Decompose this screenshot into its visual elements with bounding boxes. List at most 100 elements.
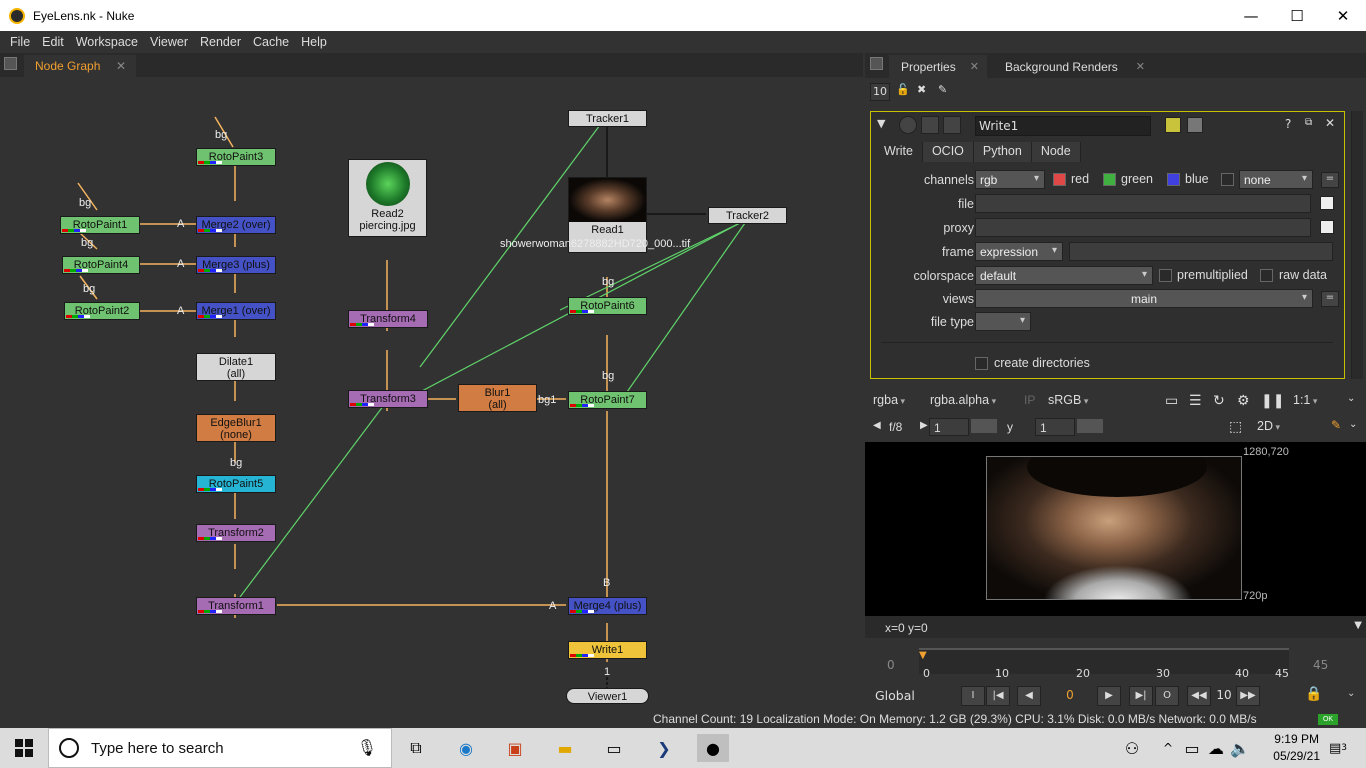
channels-selector[interactable]: rgba <box>873 393 905 409</box>
node-rotopaint3[interactable]: RotoPaint3 <box>196 148 276 166</box>
tab-properties[interactable]: Properties ✕ <box>889 55 987 78</box>
maximize-button[interactable]: ☐ <box>1274 0 1320 31</box>
node-edgeblur1[interactable]: EdgeBlur1 (none) <box>196 414 276 442</box>
in-point-button[interactable]: I <box>961 686 985 706</box>
expand-icon[interactable]: ⌄ <box>1347 393 1355 404</box>
menu-cache[interactable]: Cache <box>247 35 295 49</box>
red-checkbox[interactable] <box>1053 173 1066 186</box>
wipe-icon[interactable]: ▭ <box>1165 392 1178 409</box>
node-dilate1[interactable]: Dilate1 (all) <box>196 353 276 381</box>
paint-icon[interactable]: ✎ <box>1331 418 1341 432</box>
next-keyframe-button[interactable]: ▶| <box>1129 686 1153 706</box>
roi-icon[interactable]: ⬚ <box>1229 418 1242 435</box>
taskbar-search[interactable]: Type here to search 🎙 <box>48 728 392 768</box>
ip-button[interactable]: IP <box>1024 393 1035 407</box>
timeline-track[interactable]: ▼ 0 10 20 30 40 45 <box>919 648 1289 680</box>
timeline[interactable]: 0 ▼ 0 10 20 30 40 45 45 <box>865 642 1366 682</box>
view-mode-selector[interactable]: 2D <box>1257 419 1280 435</box>
taskbar-clock[interactable]: 9:19 PM 05/29/21 <box>1273 731 1320 765</box>
start-button[interactable] <box>0 728 48 768</box>
wrench-icon[interactable] <box>943 116 961 134</box>
node-merge3[interactable]: Merge3 (plus) <box>196 256 276 274</box>
frame-expression-field[interactable] <box>1069 242 1333 261</box>
views-dropdown[interactable]: main <box>975 289 1313 308</box>
menu-render[interactable]: Render <box>194 35 247 49</box>
node-merge2[interactable]: Merge2 (over) <box>196 216 276 234</box>
node-blur1[interactable]: Blur1 (all) <box>458 384 537 412</box>
fstop-next-icon[interactable]: ▶ <box>920 420 928 431</box>
current-frame-field[interactable]: 0 <box>1055 688 1085 702</box>
people-icon[interactable]: ⚇ <box>1118 734 1146 762</box>
green-checkbox[interactable] <box>1103 173 1116 186</box>
lock-icon[interactable]: 🔒 <box>1305 686 1322 702</box>
node-rotopaint7[interactable]: RotoPaint7 <box>568 391 647 409</box>
tab-write[interactable]: Write <box>875 142 923 162</box>
volume-icon[interactable]: 🔈 <box>1226 734 1254 762</box>
terminal-icon[interactable]: ▭ <box>600 734 628 762</box>
proxy-field[interactable] <box>975 218 1311 237</box>
panel-grip-icon[interactable] <box>4 57 17 70</box>
rewind-button[interactable]: ◀◀ <box>1187 686 1211 706</box>
node-read2[interactable]: Read2 piercing.jpg <box>348 159 427 237</box>
edge-icon[interactable]: ◉ <box>452 734 480 762</box>
max-panels-field[interactable]: 10 <box>870 83 890 101</box>
out-point-button[interactable]: O <box>1155 686 1179 706</box>
gain-field[interactable]: 1 <box>929 418 969 436</box>
gamma-field[interactable]: 1 <box>1035 418 1075 436</box>
tab-python[interactable]: Python <box>973 142 1032 162</box>
channel-menu-icon[interactable]: = <box>1321 172 1339 188</box>
node-merge4[interactable]: Merge4 (plus) <box>568 597 647 615</box>
help-icon[interactable]: ? <box>1285 117 1291 131</box>
node-transform1[interactable]: Transform1 <box>196 597 276 615</box>
task-view-icon[interactable]: ⧉ <box>402 734 430 762</box>
alpha-channel-dropdown[interactable]: none <box>1239 170 1313 189</box>
alpha-checkbox[interactable] <box>1221 173 1234 186</box>
close-tab-icon[interactable]: ✕ <box>116 59 126 73</box>
blue-checkbox[interactable] <box>1167 173 1180 186</box>
readout-menu-icon[interactable]: ▼ <box>1354 620 1362 631</box>
colorspace-dropdown[interactable]: default <box>975 266 1153 285</box>
lut-selector[interactable]: sRGB <box>1048 393 1088 409</box>
tab-background-renders[interactable]: Background Renders ✕ <box>993 55 1153 78</box>
minimize-button[interactable]: — <box>1228 0 1274 31</box>
microphone-icon[interactable]: 🎙 <box>357 738 377 758</box>
menu-workspace[interactable]: Workspace <box>70 35 144 49</box>
alpha-selector[interactable]: rgba.alpha <box>930 393 996 409</box>
zoom-selector[interactable]: 1:1 <box>1293 393 1317 409</box>
frame-range-selector[interactable]: Global <box>875 688 915 703</box>
font-color-icon[interactable] <box>1187 117 1203 133</box>
fstop-value[interactable]: f/8 <box>889 420 902 434</box>
panel-grip-icon[interactable] <box>870 57 883 70</box>
expand-icon[interactable]: ⌄ <box>1349 419 1357 430</box>
close-tab-icon[interactable]: ✕ <box>970 60 979 73</box>
step-size-field[interactable]: 10 <box>1213 688 1235 702</box>
file-type-dropdown[interactable] <box>975 312 1031 331</box>
close-tab-icon[interactable]: ✕ <box>1136 60 1145 73</box>
fast-forward-button[interactable]: ▶▶ <box>1236 686 1260 706</box>
menu-viewer[interactable]: Viewer <box>144 35 194 49</box>
nuke-taskbar-icon[interactable]: ● <box>697 734 729 762</box>
node-rotopaint1[interactable]: RotoPaint1 <box>60 216 140 234</box>
menu-file[interactable]: File <box>4 35 36 49</box>
properties-scrollbar[interactable] <box>1351 111 1363 379</box>
proxy-browser-icon[interactable] <box>1320 220 1334 234</box>
notifications-icon[interactable]: ▤ 3 <box>1324 734 1352 762</box>
premultiplied-checkbox[interactable] <box>1159 269 1172 282</box>
gamma-slider[interactable] <box>1077 419 1103 433</box>
close-button[interactable]: ✕ <box>1320 0 1366 31</box>
menu-help[interactable]: Help <box>295 35 333 49</box>
pause-icon[interactable]: ❚❚ <box>1261 392 1284 409</box>
pencil-icon[interactable]: ✎ <box>938 83 947 101</box>
close-icon[interactable]: ✕ <box>1325 116 1335 130</box>
node-transform3[interactable]: Transform3 <box>348 390 428 408</box>
store-icon[interactable]: ▣ <box>501 734 529 762</box>
collapse-icon[interactable]: ▼ <box>877 117 885 130</box>
node-rotopaint4[interactable]: RotoPaint4 <box>62 256 140 274</box>
step-back-button[interactable]: ◀ <box>1017 686 1041 706</box>
node-rotopaint2[interactable]: RotoPaint2 <box>64 302 140 320</box>
node-write1[interactable]: Write1 <box>568 641 647 659</box>
lock-icon[interactable]: 🔓 <box>896 83 910 101</box>
node-graph-canvas[interactable]: bg RotoPaint3 bg RotoPaint1 A Merge2 (ov… <box>0 77 863 711</box>
node-transform2[interactable]: Transform2 <box>196 524 276 542</box>
frame-dropdown[interactable]: expression <box>975 242 1063 261</box>
